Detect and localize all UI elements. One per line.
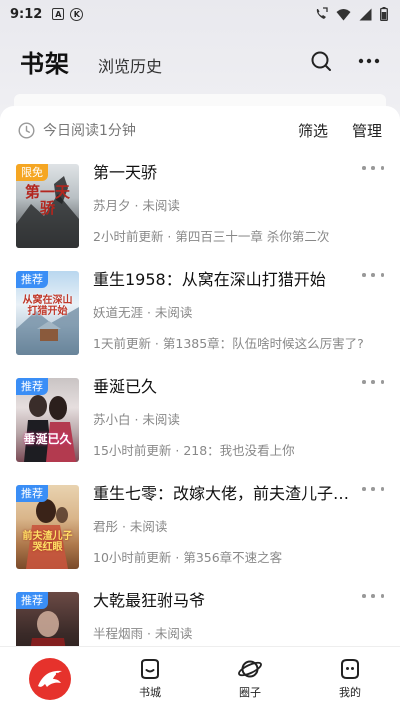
status-system-icons bbox=[314, 7, 388, 21]
book-info: 第一天骄 苏月夕 · 未阅读 2小时前更新 · 第四百三十一章 杀你第二次 bbox=[93, 154, 384, 261]
cover-tag: 推荐 bbox=[16, 378, 48, 395]
book-update: 1天前更新 · 第1385章：队伍啥时候这么厉害了? bbox=[93, 336, 364, 351]
planet-icon bbox=[238, 660, 262, 677]
book-info: 垂涎已久 苏小白 · 未阅读 15小时前更新 · 218：我也没看上你 bbox=[93, 368, 384, 475]
battery-icon bbox=[380, 7, 388, 21]
book-more-button[interactable] bbox=[362, 481, 384, 497]
nav-item-store[interactable]: 书城 bbox=[100, 658, 200, 700]
more-menu-button[interactable] bbox=[356, 48, 382, 74]
cover-tag: 限免 bbox=[16, 164, 48, 181]
search-icon bbox=[311, 51, 331, 71]
search-button[interactable] bbox=[308, 48, 334, 74]
book-more-button[interactable] bbox=[362, 588, 384, 604]
book-item[interactable]: 推荐 前夫渣儿子哭红眼 重生七零：改嫁大佬，前夫渣儿子哭红眼 君彤 · 未阅读 … bbox=[0, 475, 400, 582]
book-cover[interactable]: 限免 第一天骄 bbox=[16, 164, 79, 248]
signal-icon bbox=[359, 8, 372, 20]
book-author-status: 苏月夕 · 未阅读 bbox=[93, 198, 180, 213]
book-author-status: 苏小白 · 未阅读 bbox=[93, 412, 180, 427]
nav-label-store: 书城 bbox=[139, 685, 161, 699]
book-author-status: 君彤 · 未阅读 bbox=[93, 519, 168, 534]
bookstore-icon bbox=[141, 658, 159, 679]
book-title: 大乾最狂驸马爷 bbox=[93, 591, 206, 610]
bookshelf-screen: 9:12 A K 书架 浏览历史 今日阅读1分钟 筛选 管理 限免 第一天骄 第… bbox=[0, 0, 400, 710]
book-item[interactable]: 限免 第一天骄 第一天骄 苏月夕 · 未阅读 2小时前更新 · 第四百三十一章 … bbox=[0, 154, 400, 261]
nav-item-mine[interactable]: 我的 bbox=[300, 658, 400, 700]
wifi-icon bbox=[336, 8, 351, 20]
bookshelf-panel: 今日阅读1分钟 筛选 管理 限免 第一天骄 第一天骄 苏月夕 · 未阅读 2小时… bbox=[0, 106, 400, 676]
nav-item-bookshelf[interactable] bbox=[0, 657, 100, 700]
book-info: 重生1958：从窝在深山打猎开始 妖道无涯 · 未阅读 1天前更新 · 第138… bbox=[93, 261, 384, 368]
reading-actions: 筛选 管理 bbox=[298, 120, 382, 141]
filter-button[interactable]: 筛选 bbox=[298, 120, 328, 141]
call-forward-icon bbox=[316, 7, 328, 19]
today-reading-time: 今日阅读1分钟 bbox=[43, 123, 136, 139]
nav-label-circle: 圈子 bbox=[239, 685, 261, 699]
reading-summary-row: 今日阅读1分钟 筛选 管理 bbox=[0, 106, 400, 154]
header-actions bbox=[308, 48, 382, 74]
bottom-nav: 书城 圈子 我的 bbox=[0, 646, 400, 710]
cover-title: 垂涎已久 bbox=[23, 432, 72, 446]
book-more-button[interactable] bbox=[362, 267, 384, 283]
more-horizontal-icon bbox=[358, 58, 380, 64]
profile-face-icon bbox=[341, 658, 359, 679]
manage-button[interactable]: 管理 bbox=[352, 120, 382, 141]
book-item[interactable]: 推荐 从窝在深山打猎开始 重生1958：从窝在深山打猎开始 妖道无涯 · 未阅读… bbox=[0, 261, 400, 368]
page-title[interactable]: 书架 bbox=[20, 44, 70, 79]
book-more-button[interactable] bbox=[362, 160, 384, 176]
cover-title: 第一天骄 bbox=[24, 183, 70, 217]
book-cover[interactable]: 推荐 从窝在深山打猎开始 bbox=[16, 271, 79, 355]
status-bar: 9:12 A K bbox=[0, 0, 400, 28]
book-author-status: 半程烟雨 · 未阅读 bbox=[93, 626, 193, 641]
cover-tag: 推荐 bbox=[16, 271, 48, 288]
book-update: 2小时前更新 · 第四百三十一章 杀你第二次 bbox=[93, 229, 330, 244]
cover-tag: 推荐 bbox=[16, 592, 48, 609]
book-update: 10小时前更新 · 第356章不速之客 bbox=[93, 550, 283, 565]
status-time: 9:12 bbox=[10, 6, 43, 22]
nav-item-circle[interactable]: 圈子 bbox=[200, 658, 300, 700]
status-notification-icons: A K bbox=[52, 7, 84, 21]
book-cover[interactable]: 推荐 垂涎已久 bbox=[16, 378, 79, 462]
nav-label-mine: 我的 bbox=[339, 685, 361, 699]
book-title: 第一天骄 bbox=[93, 163, 158, 182]
book-update: 15小时前更新 · 218：我也没看上你 bbox=[93, 443, 295, 458]
book-info: 重生七零：改嫁大佬，前夫渣儿子哭红眼 君彤 · 未阅读 10小时前更新 · 第3… bbox=[93, 475, 384, 582]
book-more-button[interactable] bbox=[362, 374, 384, 390]
notification-k-icon: K bbox=[70, 7, 84, 21]
cover-tag: 推荐 bbox=[16, 485, 48, 502]
cover-title: 前夫渣儿子哭红眼 bbox=[22, 531, 73, 553]
book-title: 重生七零：改嫁大佬，前夫渣儿子哭红眼 bbox=[93, 484, 355, 503]
cover-title: 从窝在深山打猎开始 bbox=[22, 295, 73, 317]
clock-icon bbox=[18, 121, 35, 139]
header: 书架 浏览历史 bbox=[0, 38, 400, 84]
book-author-status: 妖道无涯 · 未阅读 bbox=[93, 305, 193, 320]
book-item[interactable]: 推荐 垂涎已久 垂涎已久 苏小白 · 未阅读 15小时前更新 · 218：我也没… bbox=[0, 368, 400, 475]
app-logo-icon bbox=[29, 657, 71, 700]
book-title: 重生1958：从窝在深山打猎开始 bbox=[93, 270, 326, 289]
book-list: 限免 第一天骄 第一天骄 苏月夕 · 未阅读 2小时前更新 · 第四百三十一章 … bbox=[0, 154, 400, 689]
tab-browse-history[interactable]: 浏览历史 bbox=[98, 53, 162, 77]
notification-a-icon: A bbox=[52, 8, 65, 20]
book-cover[interactable]: 推荐 前夫渣儿子哭红眼 bbox=[16, 485, 79, 569]
book-title: 垂涎已久 bbox=[93, 377, 158, 396]
